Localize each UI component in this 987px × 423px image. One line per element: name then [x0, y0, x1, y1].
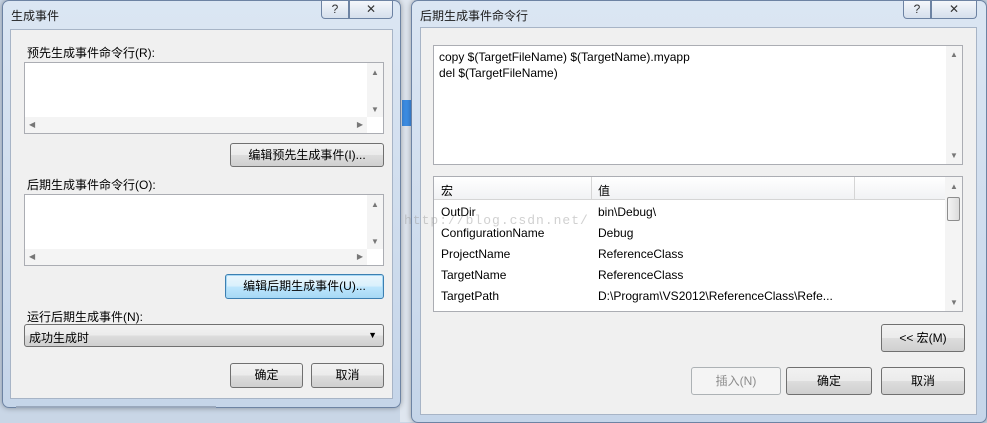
macro-value: bin\Debug\	[598, 205, 657, 219]
value-column-header[interactable]: 值	[598, 182, 610, 199]
horizontal-scrollbar[interactable]: ◀ ▶	[25, 249, 367, 265]
horizontal-scrollbar[interactable]: ◀ ▶	[25, 117, 367, 133]
command-line-2: del $(TargetFileName)	[439, 66, 558, 80]
scroll-right-icon[interactable]: ▶	[357, 252, 363, 261]
scroll-down-icon[interactable]: ▼	[371, 237, 379, 246]
column-divider	[854, 177, 855, 199]
scroll-up-icon[interactable]: ▲	[371, 200, 379, 209]
scroll-left-icon[interactable]: ◀	[29, 120, 35, 129]
scroll-down-icon[interactable]: ▼	[950, 151, 958, 160]
run-postbuild-dropdown[interactable]: 成功生成时 ▼	[24, 324, 384, 347]
macro-column-header[interactable]: 宏	[441, 182, 453, 199]
insert-button[interactable]: 插入(N)	[691, 367, 781, 395]
scroll-right-icon[interactable]: ▶	[357, 120, 363, 129]
prebuild-label: 预先生成事件命令行(R):	[27, 46, 155, 60]
command-editor[interactable]: copy $(TargetFileName) $(TargetName).mya…	[433, 45, 963, 165]
scroll-down-icon[interactable]: ▼	[371, 105, 379, 114]
macro-value: ReferenceClass	[598, 247, 684, 261]
run-postbuild-label: 运行后期生成事件(N):	[27, 310, 143, 324]
chevron-down-icon[interactable]: ▼	[368, 330, 377, 340]
dialog-title: 生成事件	[11, 9, 60, 23]
scroll-left-icon[interactable]: ◀	[29, 252, 35, 261]
dialog-client: 预先生成事件命令行(R): ▲ ▼ ◀ ▶ 编辑预先生成事件(I)... 后期生…	[10, 29, 393, 399]
ok-button[interactable]: 确定	[786, 367, 872, 395]
help-button[interactable]: ?	[321, 1, 349, 19]
prebuild-command-textbox[interactable]: ▲ ▼ ◀ ▶	[24, 62, 384, 134]
vertical-scrollbar[interactable]: ▲ ▼	[367, 195, 383, 249]
postbuild-label: 后期生成事件命令行(O):	[27, 178, 156, 192]
scroll-up-icon[interactable]: ▲	[950, 182, 958, 191]
edit-prebuild-button[interactable]: 编辑预先生成事件(I)...	[230, 143, 384, 167]
help-button[interactable]: ?	[903, 1, 931, 19]
command-line-1: copy $(TargetFileName) $(TargetName).mya…	[439, 50, 690, 64]
macro-value: ReferenceClass	[598, 268, 684, 282]
scroll-up-icon[interactable]: ▲	[371, 68, 379, 77]
macro-table[interactable]: 宏 值 OutDir bin\Debug\ ConfigurationName …	[433, 176, 963, 312]
watermark: http://blog.csdn.net/	[404, 213, 589, 228]
edit-postbuild-button[interactable]: 编辑后期生成事件(U)...	[225, 274, 384, 299]
close-button[interactable]: ✕	[931, 1, 977, 19]
table-row[interactable]: TargetPath D:\Program\VS2012\ReferenceCl…	[434, 285, 944, 306]
macro-name: ConfigurationName	[441, 226, 545, 240]
ok-button[interactable]: 确定	[230, 363, 303, 388]
postbuild-command-dialog: 后期生成事件命令行 ? ✕ copy $(TargetFileName) $(T…	[411, 0, 987, 423]
table-row[interactable]: ProjectName ReferenceClass	[434, 243, 944, 264]
macro-value: D:\Program\VS2012\ReferenceClass\Refe...	[598, 289, 833, 303]
close-button[interactable]: ✕	[349, 1, 393, 19]
cancel-button[interactable]: 取消	[881, 367, 965, 395]
build-events-dialog: 生成事件 ? ✕ 预先生成事件命令行(R): ▲ ▼ ◀ ▶ 编辑预先生成事件(…	[2, 0, 401, 408]
macro-name: ProjectName	[441, 247, 511, 261]
postbuild-command-textbox[interactable]: ▲ ▼ ◀ ▶	[24, 194, 384, 266]
macros-toggle-button[interactable]: << 宏(M)	[881, 324, 965, 352]
table-row[interactable]: TargetName ReferenceClass	[434, 264, 944, 285]
vertical-scrollbar[interactable]: ▲ ▼	[946, 46, 962, 164]
scroll-up-icon[interactable]: ▲	[950, 50, 958, 59]
background-scrollbar	[16, 406, 216, 408]
macro-name: TargetName	[441, 268, 507, 282]
vertical-scrollbar[interactable]: ▲ ▼	[945, 177, 962, 311]
macro-table-header: 宏 值	[434, 177, 962, 200]
cancel-button[interactable]: 取消	[311, 363, 384, 388]
run-postbuild-value: 成功生成时	[29, 331, 90, 345]
scrollbar-thumb[interactable]	[947, 197, 960, 221]
macro-value: Debug	[598, 226, 634, 240]
dialog-title: 后期生成事件命令行	[420, 9, 529, 23]
scroll-down-icon[interactable]: ▼	[950, 298, 958, 307]
vertical-scrollbar[interactable]: ▲ ▼	[367, 63, 383, 117]
column-divider	[591, 177, 592, 199]
macro-name: TargetPath	[441, 289, 500, 303]
